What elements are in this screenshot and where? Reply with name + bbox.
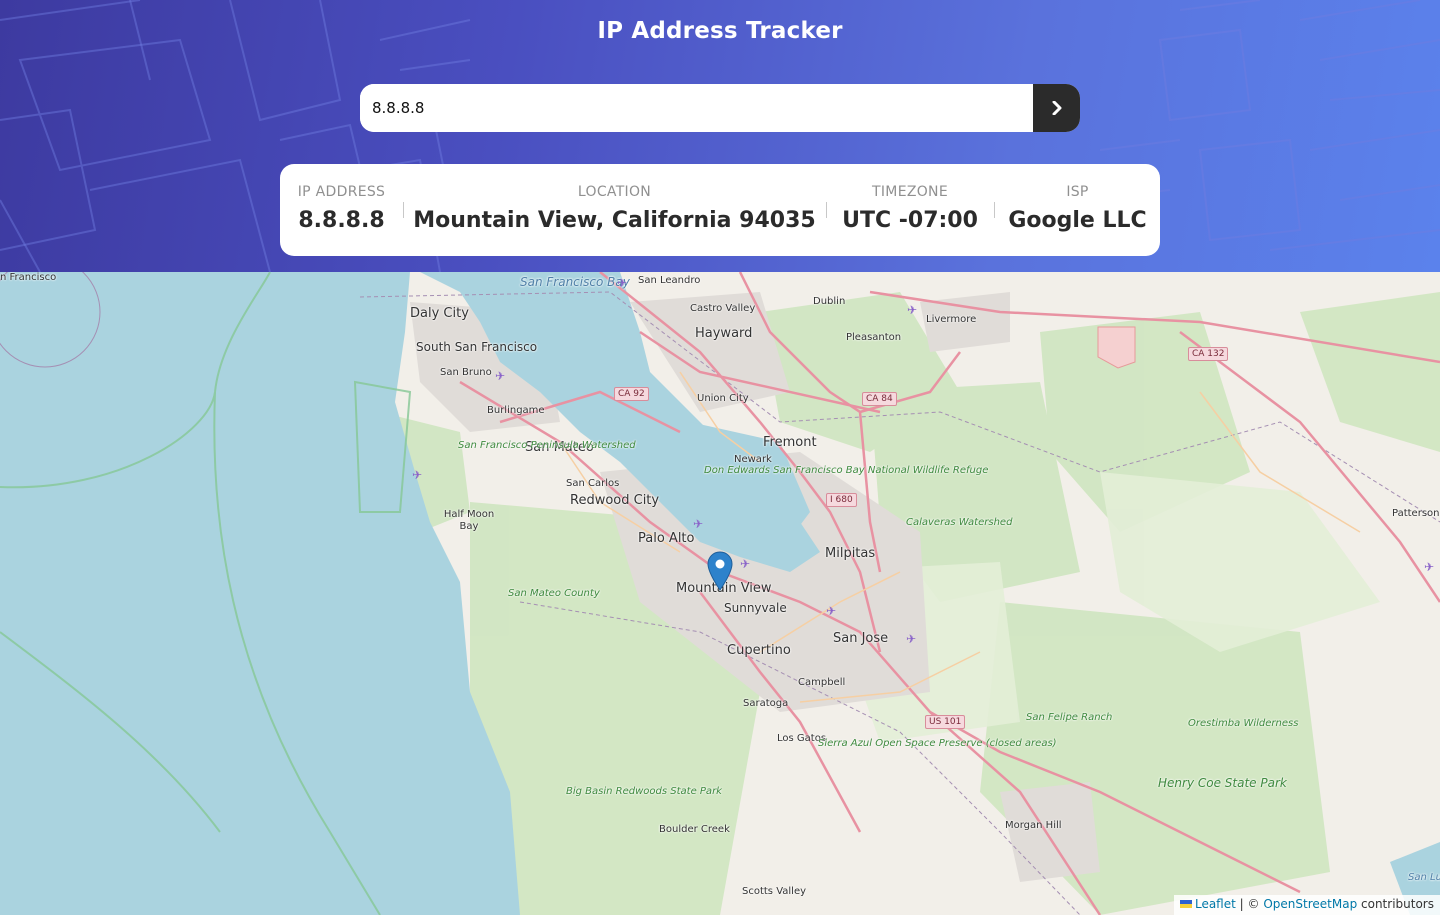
location-section: LOCATION Mountain View, California 94035 [404,164,825,256]
route-shield: CA 84 [862,392,897,406]
map-label: Sierra Azul Open Space Preserve (closed … [818,738,1057,750]
location-value: Mountain View, California 94035 [413,208,816,233]
route-shield: CA 92 [614,387,649,401]
leaflet-link[interactable]: Leaflet [1195,897,1236,911]
map-label: San Francisco Peninsula Watershed [458,440,636,452]
map-label: Redwood City [570,493,660,508]
map-label: San Lu Reser [1408,872,1440,883]
map-view[interactable]: n Francisco San Francisco Bay San Leandr… [0,272,1440,915]
route-shield: US 101 [925,715,966,729]
airport-icon: ✈ [907,303,918,317]
map-label: Patterson [1392,508,1440,519]
ip-search-input[interactable] [360,84,1033,132]
map-label: Livermore [926,314,977,325]
airport-icon: ✈ [826,604,837,618]
chevron-right-icon [1052,101,1061,115]
map-label: San Leandro [638,275,701,286]
timezone-label: TIMEZONE [872,184,948,200]
location-label: LOCATION [577,184,652,200]
map-label: San Francisco Bay [520,275,630,289]
page-title: IP Address Tracker [597,18,843,44]
map-label: Boulder Creek [659,824,730,835]
map-label: San Bruno [440,367,492,378]
map-label: Pleasanton [846,332,902,343]
ukraine-flag-icon [1179,900,1192,908]
airport-icon: ✈ [412,468,423,482]
ip-address-value: 8.8.8.8 [298,208,385,233]
search-submit-button[interactable] [1033,84,1080,132]
openstreetmap-link[interactable]: OpenStreetMap [1263,897,1357,911]
map-pin-icon[interactable] [707,551,733,591]
isp-value: Google LLC [1008,208,1147,233]
route-shield: I 680 [826,493,857,507]
timezone-section: TIMEZONE UTC -07:00 [827,164,993,256]
map-label: Scotts Valley [742,886,807,897]
map-label: San Mateo County [508,588,600,599]
map-label: Orestimba Wilderness [1188,718,1299,729]
route-shield: CA 132 [1188,347,1229,361]
airport-icon: ✈ [617,276,628,290]
airport-icon: ✈ [693,517,704,531]
map-label: San Carlos [566,478,620,489]
ip-address-label: IP ADDRESS [297,184,386,200]
map-label: Union City [697,393,749,404]
map-label: Sunnyvale [724,601,787,615]
map-label: Hayward [695,326,753,341]
map-label: Newark [734,454,772,465]
map-label: Dublin [813,296,846,307]
airport-icon: ✈ [906,632,917,646]
ip-address-section: IP ADDRESS 8.8.8.8 [280,164,403,256]
airport-icon: ✈ [740,557,751,571]
map-label: San Jose [833,631,889,646]
map-label: Henry Coe State Park [1158,776,1287,790]
map-label: Half Moon Bay [443,509,495,532]
map-label: Burlingame [487,405,545,416]
map-label: South San Francisco [416,340,538,354]
header-banner: IP Address Tracker IP ADDRESS 8.8.8.8 LO… [0,0,1440,272]
timezone-value: UTC -07:00 [842,208,978,233]
map-label: Big Basin Redwoods State Park [566,786,722,798]
map-label: Cupertino [727,643,791,658]
map-label: San Felipe Ranch [1026,712,1113,723]
attribution-separator: | © [1239,897,1260,911]
isp-label: ISP [1066,184,1089,200]
ip-search-form [360,84,1080,132]
map-label: Campbell [798,677,846,688]
map-attribution: Leaflet | © OpenStreetMap contributors [1173,895,1440,915]
airport-icon: ✈ [1424,560,1435,574]
map-label: Saratoga [743,698,789,709]
map-label: Calaveras Watershed [906,517,1013,528]
isp-section: ISP Google LLC [995,164,1160,256]
ip-info-card: IP ADDRESS 8.8.8.8 LOCATION Mountain Vie… [280,164,1160,256]
map-label: Don Edwards San Francisco Bay National W… [704,465,988,477]
map-label: Milpitas [825,546,876,561]
map-label: Palo Alto [638,531,695,546]
map-label: n Francisco [0,272,57,283]
airport-icon: ✈ [495,369,506,383]
map-label: Morgan Hill [1005,820,1062,831]
map-label: Castro Valley [690,303,756,314]
attribution-contributors: contributors [1361,897,1434,911]
map-label: Daly City [410,306,469,321]
map-label: Fremont [763,435,817,450]
